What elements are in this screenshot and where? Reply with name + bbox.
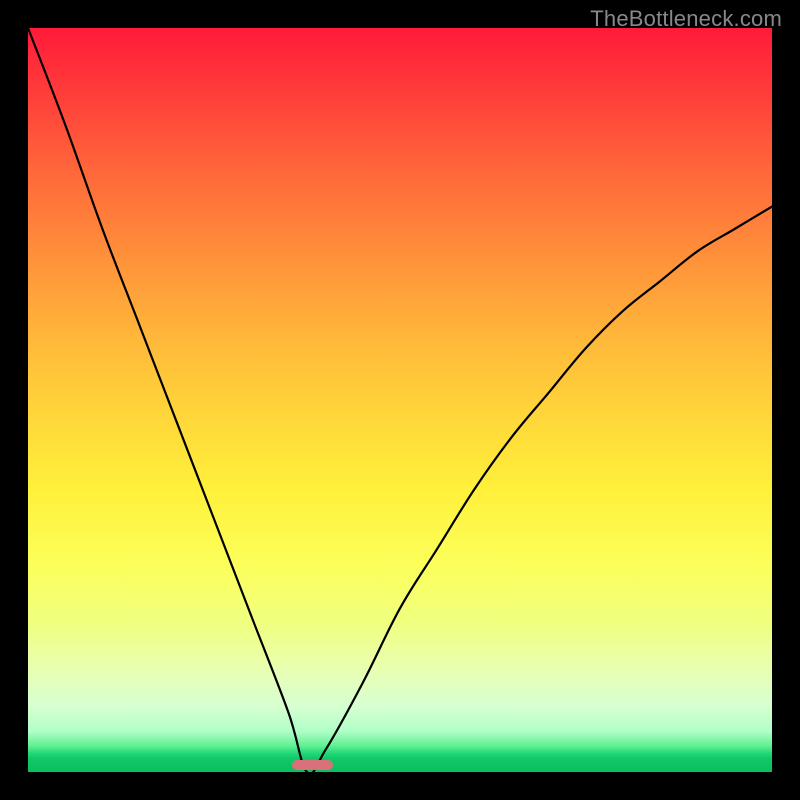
bottleneck-curve: [28, 28, 772, 772]
curve-svg: [28, 28, 772, 772]
optimal-zone-marker: [292, 760, 333, 770]
watermark-text: TheBottleneck.com: [590, 6, 782, 32]
plot-area: [28, 28, 772, 772]
chart-container: TheBottleneck.com: [0, 0, 800, 800]
